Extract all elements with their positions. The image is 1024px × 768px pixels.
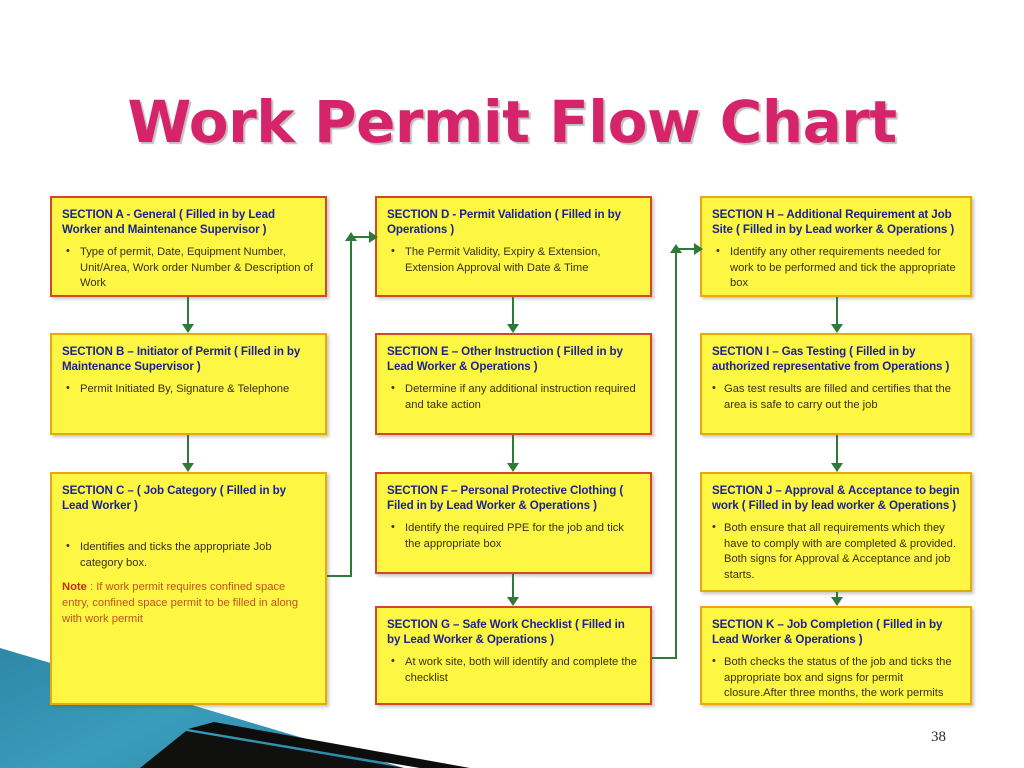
flow-node-section-b[interactable]: SECTION B – Initiator of Permit ( Filled…: [50, 333, 327, 435]
flow-node-section-f[interactable]: SECTION F – Personal Protective Clothing…: [375, 472, 652, 574]
section-j-title: SECTION J – Approval & Acceptance to beg…: [712, 484, 960, 513]
section-h-bullets: Identify any other requirements needed f…: [712, 244, 960, 293]
connector-e-to-f: [512, 435, 514, 464]
flow-node-section-h[interactable]: SECTION H – Additional Requirement at Jo…: [700, 196, 972, 297]
arrowhead-a-to-b: [182, 324, 194, 333]
connector-g-to-h-seg1: [652, 657, 677, 659]
section-b-bullets: Permit Initiated By, Signature & Telepho…: [62, 381, 315, 398]
arrowhead-b-to-c: [182, 463, 194, 472]
section-a-title: SECTION A - General ( Filled in by Lead …: [62, 208, 275, 237]
connector-g-to-h-seg2: [675, 248, 677, 658]
section-k-bullets: Both checks the status of the job and ti…: [712, 654, 960, 703]
section-i-title: SECTION I – Gas Testing ( Filled in by a…: [712, 345, 950, 374]
arrowhead-e-to-f: [507, 463, 519, 472]
section-b-title: SECTION B – Initiator of Permit ( Filled…: [62, 345, 301, 374]
section-e-bullets: Determine if any additional instruction …: [387, 381, 640, 414]
section-f-title: SECTION F – Personal Protective Clothing…: [387, 484, 624, 513]
section-a-bullet-1: Type of permit, Date, Equipment Number, …: [62, 244, 315, 293]
connector-d-to-e: [512, 297, 514, 325]
flow-node-section-d[interactable]: SECTION D - Permit Validation ( Filled i…: [375, 196, 652, 297]
flow-node-section-a[interactable]: SECTION A - General ( Filled in by Lead …: [50, 196, 327, 297]
connector-c-to-d-seg1: [327, 575, 352, 577]
section-i-bullet-1: Gas test results are filled and certifie…: [712, 381, 960, 414]
section-c-bullets: Identifies and ticks the appropriate Job…: [62, 539, 315, 572]
arrowhead-g-to-h-mid: [670, 244, 682, 253]
connector-a-to-b: [187, 297, 189, 325]
section-c-bullet-1: Identifies and ticks the appropriate Job…: [62, 539, 315, 572]
flow-node-section-c[interactable]: SECTION C – ( Job Category ( Filled in b…: [50, 472, 327, 705]
connector-c-to-d-seg2: [350, 236, 352, 576]
flow-node-section-j[interactable]: SECTION J – Approval & Acceptance to beg…: [700, 472, 972, 592]
section-i-bullets: Gas test results are filled and certifie…: [712, 381, 960, 414]
section-d-bullets: The Permit Validity, Expiry & Extension,…: [387, 244, 640, 277]
section-c-note-label: Note: [62, 581, 87, 594]
section-g-bullet-1: At work site, both will identify and com…: [387, 654, 640, 687]
connector-f-to-g: [512, 574, 514, 598]
arrowhead-j-to-k: [831, 597, 843, 606]
section-c-title: SECTION C – ( Job Category ( Filled in b…: [62, 484, 286, 513]
section-d-bullet-1: The Permit Validity, Expiry & Extension,…: [387, 244, 640, 277]
section-d-title: SECTION D - Permit Validation ( Filled i…: [387, 208, 621, 237]
section-g-bullets: At work site, both will identify and com…: [387, 654, 640, 687]
arrowhead-d-to-e: [507, 324, 519, 333]
arrowhead-h-to-i: [831, 324, 843, 333]
arrowhead-g-to-h: [694, 243, 703, 255]
flow-node-section-e[interactable]: SECTION E – Other Instruction ( Filled i…: [375, 333, 652, 435]
flow-node-section-i[interactable]: SECTION I – Gas Testing ( Filled in by a…: [700, 333, 972, 435]
section-g-title: SECTION G – Safe Work Checklist ( Filled…: [387, 618, 625, 647]
section-c-note-text: : If work permit requires confined space…: [62, 581, 299, 626]
arrowhead-i-to-j: [831, 463, 843, 472]
connector-i-to-j: [836, 435, 838, 464]
flow-node-section-g[interactable]: SECTION G – Safe Work Checklist ( Filled…: [375, 606, 652, 705]
section-k-title: SECTION K – Job Completion ( Filled in b…: [712, 618, 943, 647]
arrowhead-f-to-g: [507, 597, 519, 606]
arrowhead-c-to-d-mid: [345, 232, 357, 241]
section-c-note: Note : If work permit requires confined …: [62, 580, 315, 628]
connector-h-to-i: [836, 297, 838, 325]
page-number: 38: [931, 729, 946, 745]
section-e-title: SECTION E – Other Instruction ( Filled i…: [387, 345, 623, 374]
section-j-bullets: Both ensure that all requirements which …: [712, 520, 960, 590]
connector-b-to-c: [187, 435, 189, 464]
section-h-title: SECTION H – Additional Requirement at Jo…: [712, 208, 955, 237]
section-b-bullet-1: Permit Initiated By, Signature & Telepho…: [62, 381, 315, 398]
section-f-bullets: Identify the required PPE for the job an…: [387, 520, 640, 553]
section-j-bullet-1: Both ensure that all requirements which …: [712, 520, 960, 585]
section-f-bullet-1: Identify the required PPE for the job an…: [387, 520, 640, 553]
section-h-bullet-1: Identify any other requirements needed f…: [712, 244, 960, 293]
section-a-bullets: Type of permit, Date, Equipment Number, …: [62, 244, 315, 293]
page-title: Work Permit Flow Chart: [127, 88, 897, 156]
section-e-bullet-1: Determine if any additional instruction …: [387, 381, 640, 414]
section-k-bullet-1: Both checks the status of the job and ti…: [712, 654, 960, 703]
flow-node-section-k[interactable]: SECTION K – Job Completion ( Filled in b…: [700, 606, 972, 705]
arrowhead-c-to-d: [369, 231, 378, 243]
